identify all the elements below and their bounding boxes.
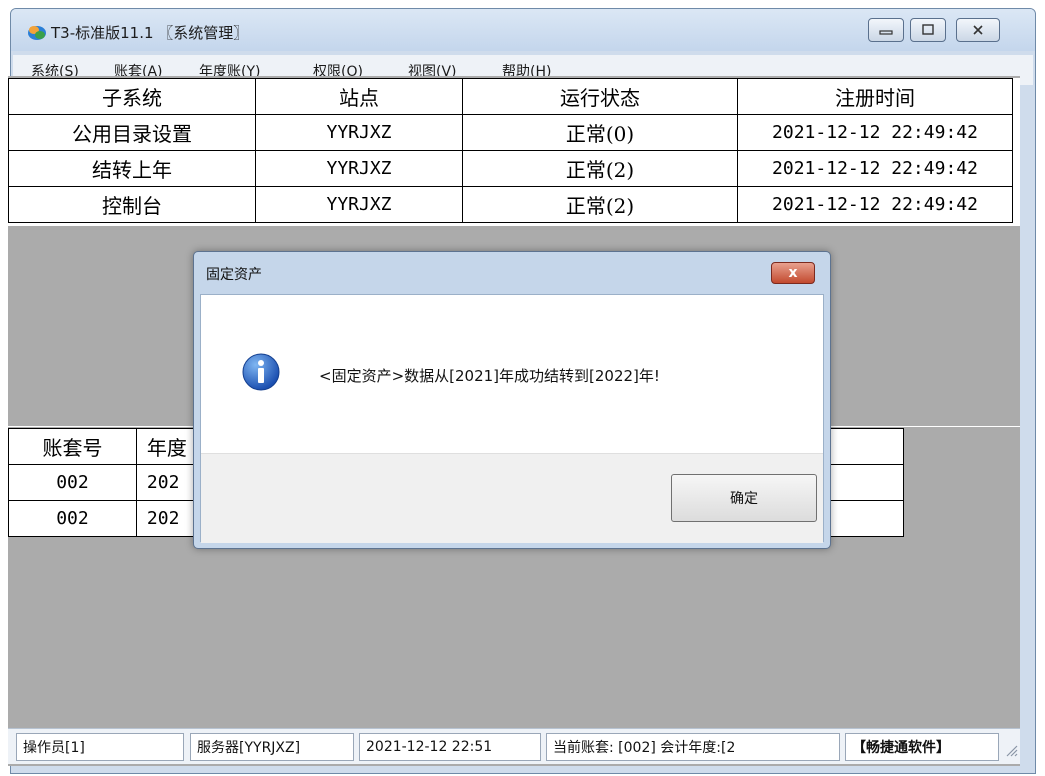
status-server: 服务器[YYRJXZ] (190, 733, 354, 761)
cell-subsystem: 公用目录设置 (8, 114, 256, 151)
cell-status: 正常(2) (462, 186, 738, 223)
cell-account-no: 002 (8, 464, 137, 501)
minimize-button[interactable] (868, 18, 904, 42)
maximize-button[interactable] (910, 18, 946, 42)
table-row[interactable]: 结转上年 YYRJXZ 正常(2) 2021-12-12 22:49:42 (8, 150, 1013, 187)
column-header-subsystem[interactable]: 子系统 (8, 78, 256, 115)
cell-register-time: 2021-12-12 22:49:42 (737, 114, 1013, 151)
fixed-assets-dialog: 固定资产 x <固定资产>数据从[2021]年成功结转到[2022]年! 确定 (193, 251, 831, 549)
dialog-message: <固定资产>数据从[2021]年成功结转到[2022]年! (319, 367, 660, 385)
column-header-register-time[interactable]: 注册时间 (737, 78, 1013, 115)
info-icon (242, 353, 280, 391)
table-row[interactable]: 公用目录设置 YYRJXZ 正常(0) 2021-12-12 22:49:42 (8, 114, 1013, 151)
dialog-body: <固定资产>数据从[2021]年成功结转到[2022]年! 确定 (200, 294, 824, 543)
cell-status: 正常(0) (462, 114, 738, 151)
column-header-site[interactable]: 站点 (255, 78, 463, 115)
cell-site: YYRJXZ (255, 150, 463, 187)
table-row[interactable]: 控制台 YYRJXZ 正常(2) 2021-12-12 22:49:42 (8, 186, 1013, 223)
status-datetime: 2021-12-12 22:51 (359, 733, 541, 761)
cell-site: YYRJXZ (255, 186, 463, 223)
table-header-row: 子系统 站点 运行状态 注册时间 (8, 78, 1013, 115)
window-title: T3-标准版11.1 〖系统管理〗 (51, 24, 249, 42)
cell-register-time: 2021-12-12 22:49:42 (737, 150, 1013, 187)
cell-site: YYRJXZ (255, 114, 463, 151)
column-header-account-no[interactable]: 账套号 (8, 428, 137, 465)
cell-status: 正常(2) (462, 150, 738, 187)
cell-register-time: 2021-12-12 22:49:42 (737, 186, 1013, 223)
cell-account-no: 002 (8, 500, 137, 537)
title-bar[interactable]: T3-标准版11.1 〖系统管理〗 (11, 9, 1035, 51)
cell-subsystem: 控制台 (8, 186, 256, 223)
close-icon: x (788, 265, 798, 281)
app-logo-icon (28, 26, 46, 40)
status-account-info: 当前账套: [002] 会计年度:[2 (546, 733, 840, 761)
minimize-icon (869, 19, 903, 41)
status-bar: 操作员[1] 服务器[YYRJXZ] 2021-12-12 22:51 当前账套… (8, 728, 1020, 764)
close-icon (957, 19, 999, 41)
column-header-status[interactable]: 运行状态 (462, 78, 738, 115)
status-operator: 操作员[1] (16, 733, 184, 761)
dialog-close-button[interactable]: x (771, 262, 815, 284)
dialog-title: 固定资产 (206, 267, 262, 283)
maximize-icon (911, 19, 945, 41)
close-button[interactable] (956, 18, 1000, 42)
subsystem-table: 子系统 站点 运行状态 注册时间 公用目录设置 YYRJXZ 正常(0) 202… (8, 78, 1020, 226)
status-brand: 【畅捷通软件】 (845, 733, 999, 761)
cell-subsystem: 结转上年 (8, 150, 256, 187)
ok-button[interactable]: 确定 (671, 474, 817, 522)
resize-grip-icon[interactable] (1004, 743, 1018, 757)
